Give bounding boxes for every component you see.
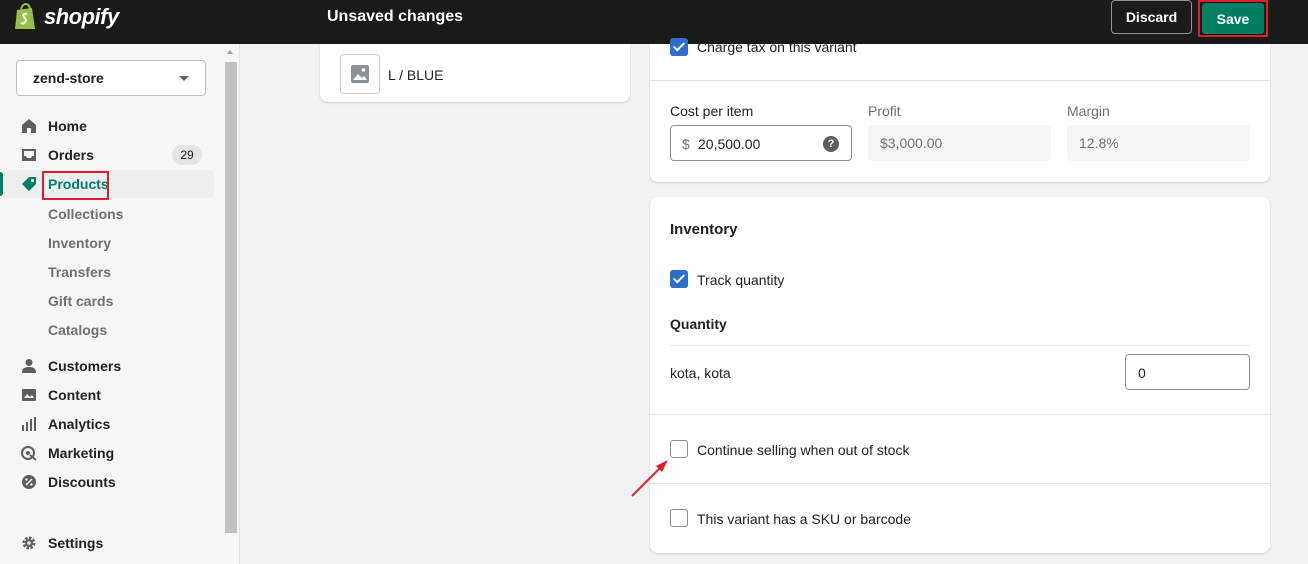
quantity-value: 0 [1138, 365, 1146, 381]
unsaved-changes-title: Unsaved changes [327, 8, 464, 25]
sidebar-item-customers[interactable]: Customers [0, 352, 214, 380]
store-selector[interactable]: zend-store [16, 60, 206, 96]
pricing-card: Charge tax on this variant Cost per item… [650, 38, 1270, 182]
variant-item-name[interactable]: L / BLUE [388, 67, 444, 83]
sidebar-item-inventory[interactable]: Inventory [48, 235, 111, 251]
profit-field: $3,000.00 [868, 125, 1051, 161]
gear-icon [22, 536, 36, 550]
track-quantity-checkbox[interactable] [670, 270, 688, 288]
sidebar-item-label: Orders [48, 147, 94, 163]
track-quantity-label: Track quantity [697, 272, 785, 288]
sku-barcode-checkbox[interactable] [670, 509, 688, 527]
home-icon [22, 119, 36, 133]
sidebar-item-transfers[interactable]: Transfers [48, 264, 111, 280]
shopify-bag-icon [15, 3, 35, 29]
sidebar-item-label: Analytics [48, 416, 111, 432]
profit-label: Profit [868, 103, 901, 119]
scroll-up-icon[interactable] [227, 50, 233, 54]
divider [650, 80, 1270, 81]
continue-selling-checkbox[interactable] [670, 440, 688, 458]
sidebar-item-content[interactable]: Content [0, 381, 214, 409]
sidebar-item-label: Customers [48, 358, 122, 374]
active-indicator [0, 172, 3, 196]
help-icon[interactable]: ? [823, 136, 839, 152]
annotation-arrow-icon [631, 460, 668, 497]
margin-value: 12.8% [1079, 135, 1119, 151]
charge-tax-label: Charge tax on this variant [697, 39, 857, 55]
tag-icon [22, 177, 36, 191]
sidebar-item-orders[interactable]: Orders 29 [0, 141, 214, 169]
orders-count-badge: 29 [172, 145, 202, 165]
sidebar: zend-store Home Orders 29 Products Colle… [0, 44, 240, 564]
discount-icon [22, 475, 36, 489]
divider [670, 345, 1250, 346]
profit-value: $3,000.00 [880, 135, 943, 151]
sidebar-item-catalogs[interactable]: Catalogs [48, 322, 107, 338]
divider [650, 483, 1270, 484]
cost-per-item-value: 20,500.00 [698, 136, 761, 152]
quantity-heading: Quantity [670, 316, 727, 332]
inventory-title: Inventory [670, 221, 738, 238]
inventory-card: Inventory Track quantity Quantity kota, … [650, 197, 1270, 553]
variant-list-card: L / BLUE [320, 44, 630, 102]
location-name: kota, kota [670, 365, 731, 381]
sidebar-item-home[interactable]: Home [0, 112, 214, 140]
products-highlight [42, 171, 109, 200]
cost-per-item-label: Cost per item [670, 103, 754, 119]
top-bar: shopify Unsaved changes Discard Save [0, 0, 1308, 44]
scrollbar-thumb[interactable] [225, 62, 237, 533]
store-name: zend-store [33, 70, 104, 86]
caret-down-icon [179, 76, 189, 81]
person-icon [22, 359, 36, 373]
shopify-logo[interactable]: shopify [14, 3, 119, 31]
sidebar-item-discounts[interactable]: Discounts [0, 468, 214, 496]
sidebar-item-marketing[interactable]: Marketing [0, 439, 214, 467]
cost-per-item-field[interactable]: $ 20,500.00 ? [670, 125, 852, 161]
sidebar-item-label: Settings [48, 535, 104, 551]
save-button-highlight: Save [1198, 0, 1268, 37]
sidebar-item-gift-cards[interactable]: Gift cards [48, 293, 113, 309]
sidebar-scrollbar[interactable] [224, 50, 237, 564]
image-icon [22, 389, 36, 401]
sidebar-item-analytics[interactable]: Analytics [0, 410, 214, 438]
variant-thumbnail[interactable] [340, 54, 380, 94]
margin-field: 12.8% [1067, 125, 1250, 161]
sidebar-item-label: Home [48, 118, 87, 134]
sidebar-item-label: Discounts [48, 474, 116, 490]
continue-selling-label: Continue selling when out of stock [697, 442, 910, 458]
target-icon [21, 446, 37, 461]
sku-barcode-label: This variant has a SKU or barcode [697, 511, 911, 527]
sidebar-item-label: Marketing [48, 445, 115, 461]
currency-symbol: $ [682, 136, 690, 152]
quantity-input[interactable]: 0 [1125, 354, 1250, 390]
divider [650, 414, 1270, 415]
save-button[interactable]: Save [1202, 3, 1264, 34]
sidebar-item-collections[interactable]: Collections [48, 206, 123, 222]
inbox-icon [22, 149, 36, 161]
brand-name: shopify [44, 4, 119, 29]
charge-tax-checkbox[interactable] [670, 38, 688, 56]
sidebar-item-settings[interactable]: Settings [0, 529, 214, 557]
bar-chart-icon [22, 417, 36, 431]
sidebar-item-label: Content [48, 387, 101, 403]
image-placeholder-icon [351, 65, 369, 83]
margin-label: Margin [1067, 103, 1110, 119]
discard-button[interactable]: Discard [1111, 0, 1192, 34]
